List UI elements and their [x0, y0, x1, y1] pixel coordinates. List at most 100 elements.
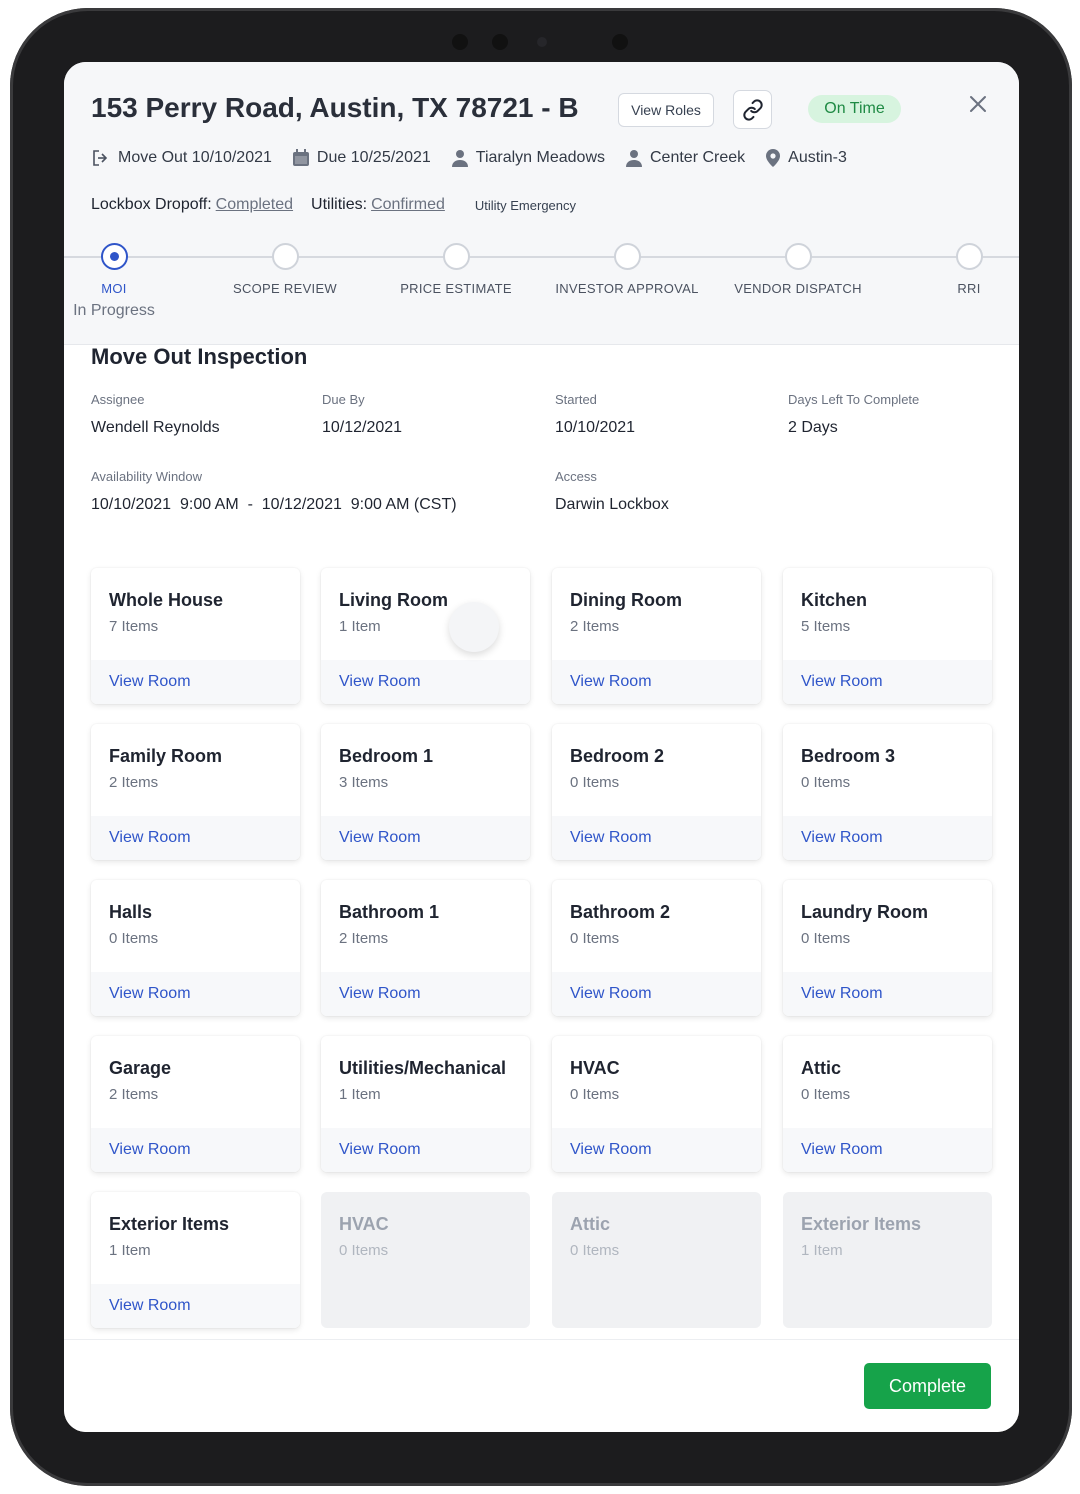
- step-indicator: [442, 243, 470, 270]
- room-card-laundry-room: Laundry Room 0 Items View Room: [783, 880, 992, 1016]
- status-row: Lockbox Dropoff: Completed Utilities: Co…: [91, 194, 576, 216]
- room-item-count: 0 Items: [570, 1086, 620, 1103]
- field-value: 10/10/2021: [555, 419, 636, 436]
- room-card-bedroom-1: Bedroom 1 3 Items View Room: [321, 724, 530, 860]
- room-card-bedroom-2: Bedroom 2 0 Items View Room: [552, 724, 761, 860]
- room-item-count: 2 Items: [570, 618, 620, 635]
- access-field: Access Darwin Lockbox: [555, 469, 669, 514]
- room-card-hvac: HVAC 0 Items View Room: [552, 1036, 761, 1172]
- room-item-count: 1 Item: [339, 618, 381, 635]
- meta-row: Move Out 10/10/2021 Due 10/25/2021 Tiara…: [91, 147, 867, 169]
- room-card-garage: Garage 2 Items View Room: [91, 1036, 300, 1172]
- room-card-living-room: Living Room 1 Item View Room: [321, 568, 530, 704]
- field-label: Availability Window: [91, 469, 203, 484]
- room-card-attic: Attic 0 Items View Room: [783, 1036, 992, 1172]
- field-value: 2 Days: [788, 419, 838, 436]
- step-vendor-dispatch[interactable]: VENDOR DISPATCH: [708, 243, 888, 296]
- view-room-link[interactable]: View Room: [109, 1141, 191, 1159]
- step-label: INVESTOR APPROVAL: [555, 281, 699, 296]
- community-text: Center Creek: [650, 149, 746, 166]
- sensor-dot: [492, 34, 508, 50]
- room-card-bathroom-1: Bathroom 1 2 Items View Room: [321, 880, 530, 1016]
- view-room-link[interactable]: View Room: [570, 829, 652, 847]
- room-name: Laundry Room: [801, 902, 929, 922]
- lockbox-value-link[interactable]: Completed: [216, 196, 293, 214]
- view-room-link[interactable]: View Room: [339, 1141, 421, 1159]
- room-item-count: 1 Item: [109, 1242, 151, 1259]
- room-item-count: 0 Items: [570, 930, 620, 947]
- step-investor-approval[interactable]: INVESTOR APPROVAL: [537, 243, 717, 296]
- step-label: PRICE ESTIMATE: [400, 281, 512, 296]
- step-rri[interactable]: RRI: [879, 243, 1019, 296]
- room-card-halls: Halls 0 Items View Room: [91, 880, 300, 1016]
- days-left-field: Days Left To Complete 2 Days: [788, 392, 919, 437]
- room-item-count: 0 Items: [801, 774, 851, 791]
- touch-indicator: [449, 602, 499, 652]
- room-item-count: 1 Item: [339, 1086, 381, 1103]
- view-room-link[interactable]: View Room: [801, 1141, 883, 1159]
- view-room-link[interactable]: View Room: [801, 673, 883, 691]
- view-room-link[interactable]: View Room: [109, 1297, 191, 1315]
- step-indicator: [271, 243, 299, 270]
- close-button[interactable]: [967, 93, 989, 115]
- field-value: 10/12/2021: [322, 419, 403, 436]
- view-room-link[interactable]: View Room: [570, 673, 652, 691]
- market-text: Austin-3: [788, 149, 847, 166]
- screen: 153 Perry Road, Austin, TX 78721 - B Vie…: [64, 62, 1019, 1432]
- view-room-link[interactable]: View Room: [801, 829, 883, 847]
- move-out-text: Move Out 10/10/2021: [118, 149, 272, 166]
- step-indicator: [955, 243, 983, 270]
- step-moi[interactable]: MOI In Progress: [64, 243, 204, 320]
- room-card-hvac-disabled: HVAC 0 Items: [321, 1192, 530, 1328]
- field-label: Assignee: [91, 392, 145, 407]
- field-label: Started: [555, 392, 597, 407]
- view-room-link[interactable]: View Room: [109, 829, 191, 847]
- view-room-link[interactable]: View Room: [109, 673, 191, 691]
- step-label: MOI: [101, 281, 127, 296]
- view-room-link[interactable]: View Room: [570, 1141, 652, 1159]
- room-name: Kitchen: [801, 590, 868, 610]
- view-room-link[interactable]: View Room: [570, 985, 652, 1003]
- room-name: HVAC: [339, 1214, 389, 1234]
- room-item-count: 2 Items: [339, 930, 389, 947]
- complete-button[interactable]: Complete: [864, 1363, 991, 1409]
- utility-emergency-link[interactable]: Utility Emergency: [475, 198, 576, 213]
- move-out-icon: [93, 150, 108, 166]
- view-room-link[interactable]: View Room: [109, 985, 191, 1003]
- field-value: Darwin Lockbox: [555, 496, 669, 513]
- utilities-value-link[interactable]: Confirmed: [371, 196, 445, 214]
- room-name: Bedroom 3: [801, 746, 896, 766]
- room-card-utilities-mechanical: Utilities/Mechanical 1 Item View Room: [321, 1036, 530, 1172]
- sensor-dot: [612, 34, 628, 50]
- view-room-link[interactable]: View Room: [339, 829, 421, 847]
- step-label: SCOPE REVIEW: [232, 281, 337, 296]
- assignee-field: Assignee Wendell Reynolds: [91, 392, 220, 437]
- view-room-link[interactable]: View Room: [801, 985, 883, 1003]
- person-text: Tiaralyn Meadows: [475, 149, 605, 166]
- copy-link-button[interactable]: [733, 90, 772, 129]
- camera-lens: [537, 37, 547, 47]
- room-item-count: 2 Items: [109, 774, 159, 791]
- step-price-estimate[interactable]: PRICE ESTIMATE: [366, 243, 546, 296]
- step-scope-review[interactable]: SCOPE REVIEW: [195, 243, 375, 296]
- step-indicator: [784, 243, 812, 270]
- field-label: Days Left To Complete: [788, 392, 920, 407]
- due-text: Due 10/25/2021: [316, 149, 431, 166]
- room-name: Bedroom 1: [339, 746, 434, 766]
- link-icon: [742, 98, 763, 121]
- view-room-link[interactable]: View Room: [339, 985, 421, 1003]
- sensor-dot: [452, 34, 468, 50]
- view-room-link[interactable]: View Room: [339, 673, 421, 691]
- room-name: Whole House: [109, 590, 224, 610]
- room-card-bedroom-3: Bedroom 3 0 Items View Room: [783, 724, 992, 860]
- room-card-kitchen: Kitchen 5 Items View Room: [783, 568, 992, 704]
- lockbox-label: Lockbox Dropoff:: [91, 196, 212, 213]
- room-name: Exterior Items: [109, 1214, 230, 1234]
- room-item-count: 0 Items: [801, 1086, 851, 1103]
- room-item-count: 0 Items: [339, 1242, 389, 1259]
- step-status: In Progress: [73, 302, 155, 319]
- view-roles-button[interactable]: View Roles: [618, 93, 714, 127]
- close-icon: [970, 96, 986, 112]
- page-title: 153 Perry Road, Austin, TX 78721 - B: [91, 92, 579, 123]
- field-value: 10/10/2021 9:00 AM - 10/12/2021 9:00 AM …: [91, 496, 457, 513]
